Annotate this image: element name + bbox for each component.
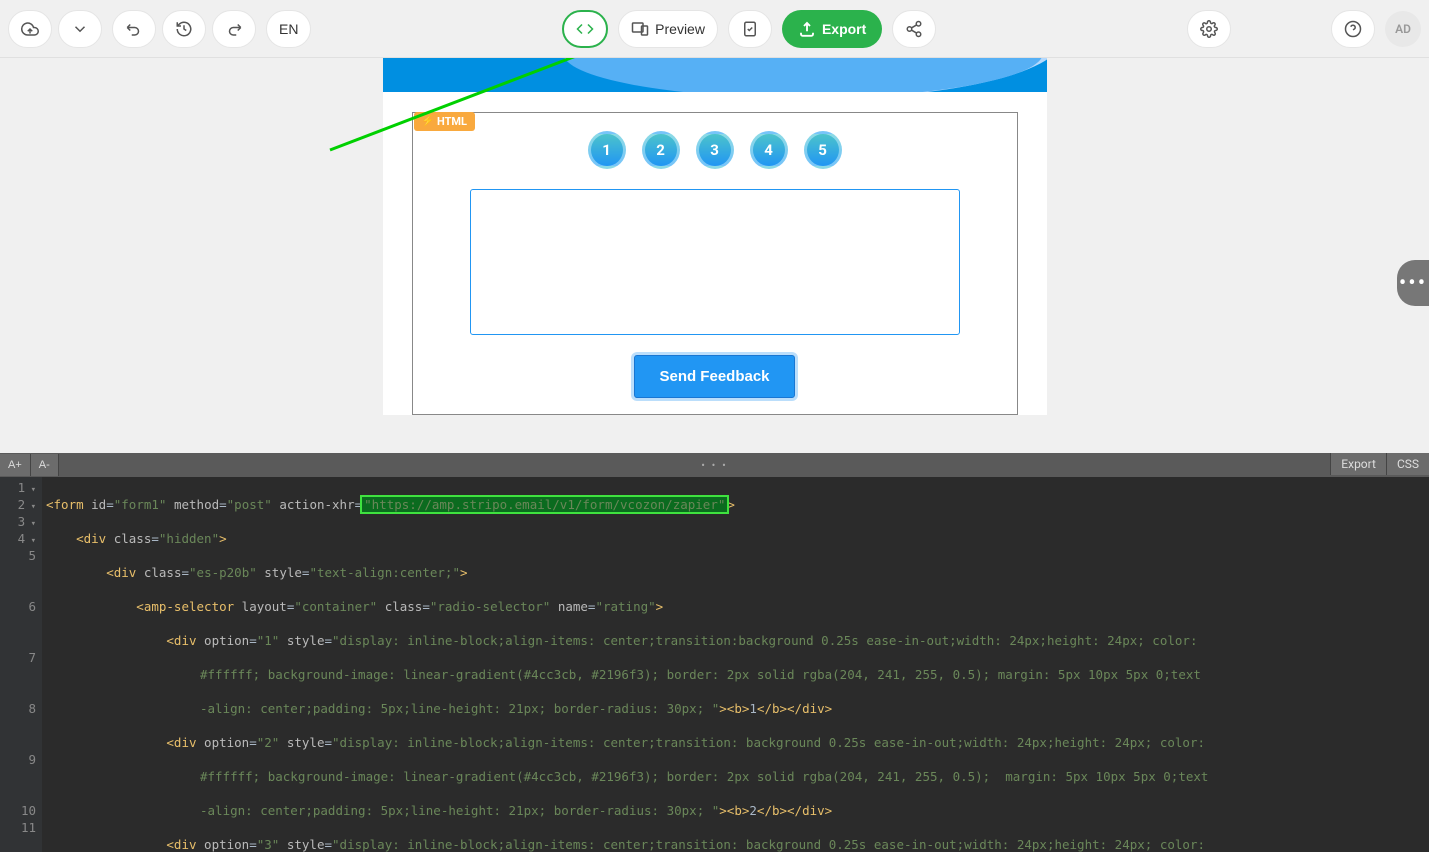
preview-button[interactable]: Preview (618, 10, 718, 48)
resize-handle[interactable]: • • • (701, 459, 728, 472)
export-button[interactable]: Export (782, 10, 882, 48)
line-gutter: 1 2 3 4 5 6 7 8 9 10 11 (0, 477, 42, 852)
code-editor[interactable]: 1 2 3 4 5 6 7 8 9 10 11 <form id="form1"… (0, 477, 1429, 852)
editor-tab-css[interactable]: CSS (1386, 453, 1429, 475)
help-icon (1344, 20, 1362, 38)
rating-option-4[interactable]: 4 (750, 131, 788, 169)
share-button[interactable] (892, 10, 936, 48)
redo-button[interactable] (212, 10, 256, 48)
cloud-button[interactable] (8, 10, 52, 48)
redo-icon (225, 20, 243, 38)
help-button[interactable] (1331, 10, 1375, 48)
floating-menu[interactable]: ••• (1397, 260, 1429, 306)
clipboard-check-icon (741, 20, 759, 38)
rating-option-5[interactable]: 5 (804, 131, 842, 169)
chevron-down-icon (71, 20, 89, 38)
cloud-dropdown[interactable] (58, 10, 102, 48)
gear-icon (1200, 20, 1218, 38)
undo-button[interactable] (112, 10, 156, 48)
editor-canvas: ••• ⚡HTML 1 2 3 4 5 Send Feedback ••• (0, 58, 1429, 453)
undo-icon (125, 20, 143, 38)
code-editor-toolbar: A+ A- • • • Export CSS (0, 453, 1429, 477)
email-preview-frame: ⚡HTML 1 2 3 4 5 Send Feedback (383, 58, 1047, 415)
settings-button[interactable] (1187, 10, 1231, 48)
checklist-button[interactable] (728, 10, 772, 48)
rating-option-1[interactable]: 1 (588, 131, 626, 169)
font-decrease-button[interactable]: A- (31, 454, 59, 476)
rating-row: 1 2 3 4 5 (413, 113, 1017, 189)
code-content[interactable]: <form id="form1" method="post" action-xh… (42, 477, 1213, 852)
top-toolbar: EN Preview Export AD (0, 0, 1429, 58)
devices-icon (631, 20, 649, 38)
upload-icon (798, 20, 816, 38)
action-xhr-value: "https://amp.stripo.email/v1/form/vcozon… (362, 497, 727, 512)
code-toggle-button[interactable] (562, 10, 608, 48)
user-avatar[interactable]: AD (1385, 11, 1421, 47)
preview-label: Preview (655, 21, 705, 37)
history-icon (175, 20, 193, 38)
language-button[interactable]: EN (266, 10, 311, 48)
email-header-image (383, 58, 1047, 92)
feedback-textarea[interactable] (470, 189, 960, 335)
html-badge: ⚡HTML (414, 112, 475, 131)
editor-tab-export[interactable]: Export (1330, 453, 1386, 475)
history-button[interactable] (162, 10, 206, 48)
share-icon (905, 20, 923, 38)
send-feedback-button[interactable]: Send Feedback (634, 355, 794, 398)
font-increase-button[interactable]: A+ (0, 454, 31, 476)
cloud-icon (21, 20, 39, 38)
html-block[interactable]: ⚡HTML 1 2 3 4 5 Send Feedback (412, 112, 1018, 415)
rating-option-2[interactable]: 2 (642, 131, 680, 169)
code-icon (576, 20, 594, 38)
export-label: Export (822, 21, 866, 37)
rating-option-3[interactable]: 3 (696, 131, 734, 169)
